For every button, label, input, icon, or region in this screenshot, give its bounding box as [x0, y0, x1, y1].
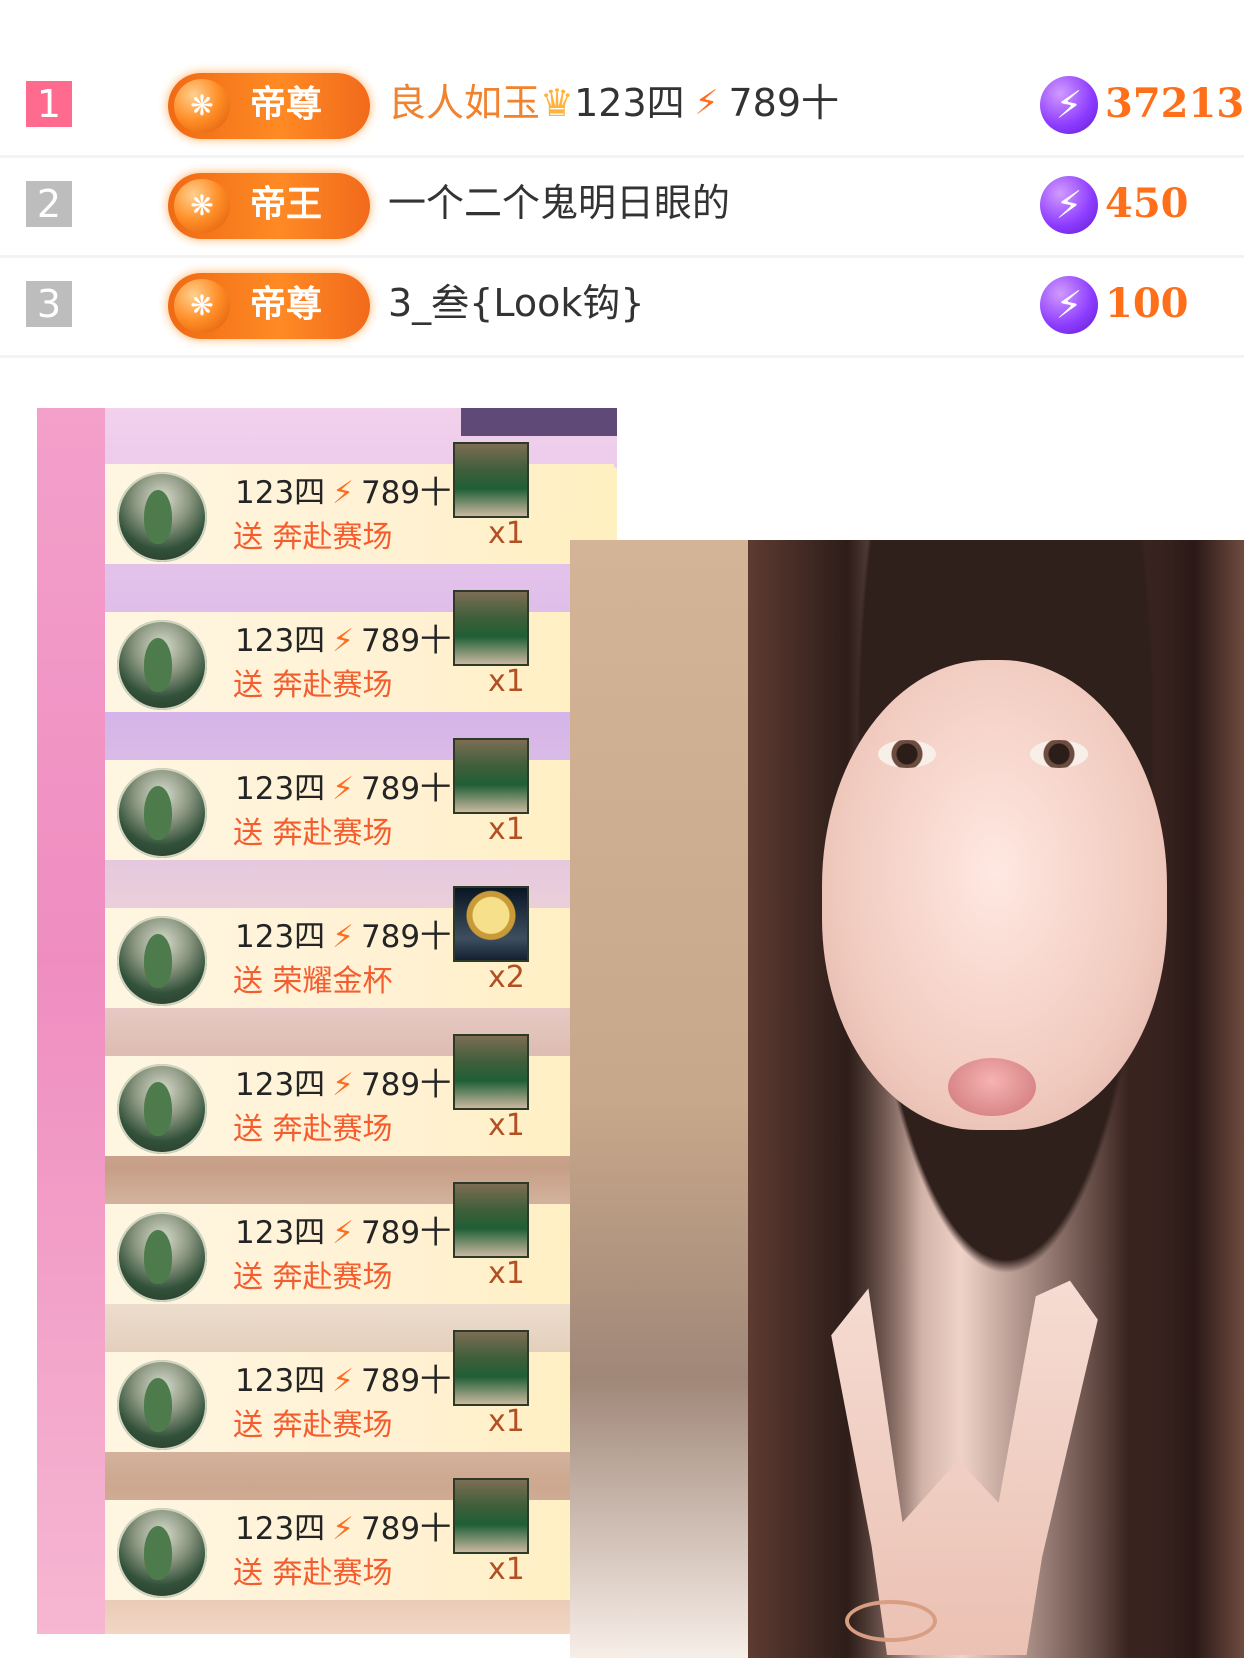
- purple-lightning-coin-icon: ⚡: [1040, 76, 1098, 134]
- photo-lips: [948, 1058, 1036, 1116]
- crown-shield-icon: ❋: [174, 279, 230, 333]
- feed-username: 123四 ⚡ 789十: [235, 1215, 452, 1251]
- gift-feed-item[interactable]: 123四 ⚡ 789十 送 荣耀金杯 x2: [105, 886, 617, 1008]
- rank-number-badge: 3: [26, 281, 72, 327]
- gift-feed-item[interactable]: 123四 ⚡ 789十 送 奔赴赛场 x1: [105, 1478, 617, 1600]
- crown-shield-icon: ❋: [174, 79, 230, 133]
- soccer-player-gift-icon: [453, 738, 529, 814]
- gift-action-text: 送 奔赴赛场: [233, 1556, 393, 1591]
- selfie-photo: [570, 540, 1244, 1658]
- level-badge: ❋ 帝尊: [168, 273, 370, 339]
- feed-side-strip: [37, 408, 105, 1634]
- soccer-player-gift-icon: [453, 1478, 529, 1554]
- rank-number-badge: 1: [26, 81, 72, 127]
- gift-quantity: x2: [488, 960, 525, 995]
- gift-action-text: 送 奔赴赛场: [233, 816, 393, 851]
- soccer-player-gift-icon: [453, 442, 529, 518]
- soccer-player-gift-icon: [453, 590, 529, 666]
- lightning-icon: ⚡: [332, 1215, 354, 1251]
- gift-feed-item[interactable]: 123四 ⚡ 789十 送 奔赴赛场 x1: [105, 1182, 617, 1304]
- level-label: 帝尊: [250, 84, 323, 125]
- rank-username[interactable]: 3_叁{Look钩}: [388, 273, 645, 333]
- rank-score: 100: [1105, 280, 1189, 327]
- gift-action-text: 送 奔赴赛场: [233, 1260, 393, 1295]
- gift-feed-item[interactable]: 123四 ⚡ 789十 送 奔赴赛场 x1: [105, 1330, 617, 1452]
- gift-feed-item[interactable]: 123四 ⚡ 789十 送 奔赴赛场 x1: [105, 590, 617, 712]
- purple-lightning-coin-icon: ⚡: [1040, 276, 1098, 334]
- avatar[interactable]: [117, 620, 207, 710]
- ranking-row-1[interactable]: 1 ❋ 帝尊 良人如玉♛123四⚡789十 ⚡ 372130: [0, 55, 1244, 158]
- username-part: 789十: [728, 81, 840, 125]
- gift-feed-panel: 123四 ⚡ 789十 送 奔赴赛场 x1 123四 ⚡ 789十 送 奔赴赛场 x1 …: [37, 408, 617, 1634]
- rank-score: 372130: [1105, 80, 1244, 127]
- rank-username[interactable]: 良人如玉♛123四 ⚡ 789十: [388, 73, 839, 133]
- avatar[interactable]: [117, 1212, 207, 1302]
- rank-username[interactable]: 一个二个鬼明日眼的: [388, 173, 730, 233]
- photo-right-eye: [1030, 740, 1088, 768]
- soccer-player-gift-icon: [453, 1034, 529, 1110]
- photo-ring: [845, 1600, 937, 1642]
- lightning-icon: ⚡: [332, 919, 354, 955]
- feed-username: 123四 ⚡ 789十: [235, 475, 452, 511]
- level-label: 帝尊: [250, 284, 323, 325]
- feed-username: 123四 ⚡ 789十: [235, 919, 452, 955]
- avatar[interactable]: [117, 1064, 207, 1154]
- avatar[interactable]: [117, 472, 207, 562]
- feed-username: 123四 ⚡ 789十: [235, 1067, 452, 1103]
- username-part: 良人如玉: [388, 81, 541, 125]
- gift-quantity: x1: [488, 664, 525, 699]
- lightning-icon: ⚡: [332, 475, 354, 511]
- crown-icon: ♛: [540, 81, 575, 125]
- gift-feed-item[interactable]: 123四 ⚡ 789十 送 奔赴赛场 x1: [105, 442, 617, 564]
- feed-username: 123四 ⚡ 789十: [235, 623, 452, 659]
- gift-quantity: x1: [488, 516, 525, 551]
- gift-quantity: x1: [488, 1552, 525, 1587]
- avatar[interactable]: [117, 916, 207, 1006]
- lightning-icon: ⚡: [332, 1363, 354, 1399]
- avatar[interactable]: [117, 768, 207, 858]
- lightning-icon: ⚡: [332, 623, 354, 659]
- feed-top-banner: [461, 408, 617, 436]
- lightning-icon: ⚡: [694, 83, 719, 123]
- gift-quantity: x1: [488, 1256, 525, 1291]
- wing-shield-icon: ❋: [174, 179, 230, 233]
- ranking-row-2[interactable]: 2 ❋ 帝王 一个二个鬼明日眼的 ⚡ 450: [0, 155, 1244, 258]
- feed-username: 123四 ⚡ 789十: [235, 771, 452, 807]
- soccer-player-gift-icon: [453, 1330, 529, 1406]
- gift-action-text: 送 奔赴赛场: [233, 520, 393, 555]
- level-badge: ❋ 帝尊: [168, 73, 370, 139]
- feed-username: 123四 ⚡ 789十: [235, 1363, 452, 1399]
- gift-quantity: x1: [488, 1404, 525, 1439]
- gift-feed-item[interactable]: 123四 ⚡ 789十 送 奔赴赛场 x1: [105, 738, 617, 860]
- purple-lightning-coin-icon: ⚡: [1040, 176, 1098, 234]
- avatar[interactable]: [117, 1508, 207, 1598]
- gift-quantity: x1: [488, 1108, 525, 1143]
- gift-action-text: 送 奔赴赛场: [233, 668, 393, 703]
- lightning-icon: ⚡: [332, 1511, 354, 1547]
- rank-score: 450: [1105, 180, 1189, 227]
- level-label: 帝王: [250, 184, 323, 225]
- gift-action-text: 送 奔赴赛场: [233, 1408, 393, 1443]
- gift-feed-item[interactable]: 123四 ⚡ 789十 送 奔赴赛场 x1: [105, 1034, 617, 1156]
- photo-left-eye: [878, 740, 936, 768]
- soccer-player-gift-icon: [453, 1182, 529, 1258]
- lightning-icon: ⚡: [332, 1067, 354, 1103]
- avatar[interactable]: [117, 1360, 207, 1450]
- lightning-icon: ⚡: [332, 771, 354, 807]
- gift-action-text: 送 荣耀金杯: [233, 964, 393, 999]
- ranking-row-3[interactable]: 3 ❋ 帝尊 3_叁{Look钩} ⚡ 100: [0, 255, 1244, 358]
- gift-action-text: 送 奔赴赛场: [233, 1112, 393, 1147]
- gift-quantity: x1: [488, 812, 525, 847]
- feed-username: 123四 ⚡ 789十: [235, 1511, 452, 1547]
- username-part: 123四: [574, 81, 685, 125]
- trophy-gift-icon: [453, 886, 529, 962]
- rank-number-badge: 2: [26, 181, 72, 227]
- level-badge: ❋ 帝王: [168, 173, 370, 239]
